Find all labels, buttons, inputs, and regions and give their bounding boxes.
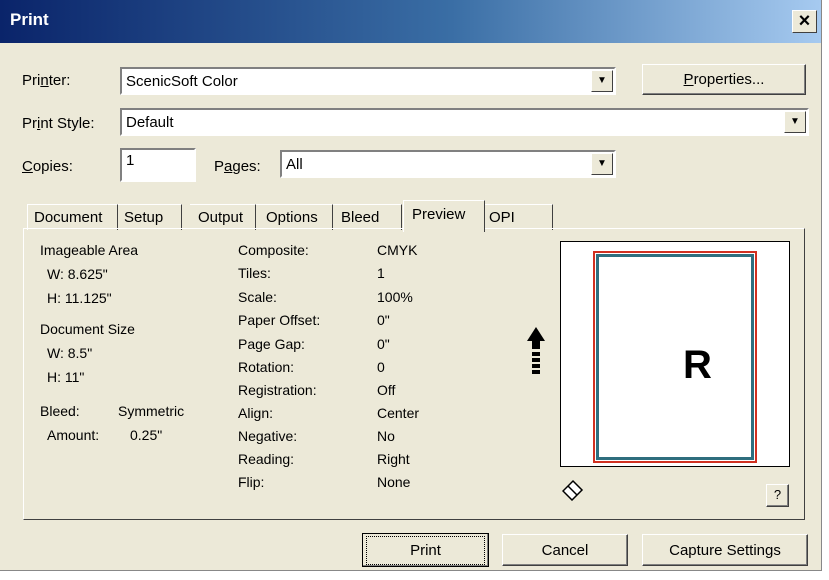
scale-label: Scale: <box>238 289 277 305</box>
align-label: Align: <box>238 405 274 421</box>
title-bar: Print × <box>0 0 821 43</box>
document-width: W: 8.5" <box>47 345 93 361</box>
tab-bleed[interactable]: Bleed <box>333 204 402 230</box>
document-size-title: Document Size <box>40 321 135 337</box>
bleed-label: Bleed: <box>40 403 80 419</box>
imageable-area-title: Imageable Area <box>40 242 139 258</box>
amount-label: Amount: <box>47 427 100 443</box>
tiles-value: 1 <box>377 265 385 281</box>
preview-imageable-area <box>596 254 754 460</box>
pages-value: All <box>286 156 303 173</box>
print-style-value: Default <box>126 114 174 131</box>
rotation-label: Rotation: <box>238 359 295 375</box>
eraser-icon[interactable] <box>562 479 584 501</box>
tab-setup[interactable]: Setup <box>118 204 182 230</box>
reading-label: Reading: <box>238 451 295 467</box>
capture-settings-button[interactable]: Capture Settings <box>642 534 808 566</box>
rotation-value: 0 <box>377 359 385 375</box>
print-dialog: Print × Printer: ScenicSoft Color ▼ Prop… <box>0 0 822 571</box>
paper-offset-label: Paper Offset: <box>238 312 321 328</box>
chevron-down-icon[interactable]: ▼ <box>591 153 613 175</box>
composite-value: CMYK <box>377 242 418 258</box>
chevron-down-icon[interactable]: ▼ <box>784 111 806 133</box>
negative-label: Negative: <box>238 428 298 444</box>
help-button[interactable]: ? <box>766 484 789 507</box>
scale-value: 100% <box>377 289 413 305</box>
page-gap-label: Page Gap: <box>238 336 305 352</box>
pages-select[interactable]: All ▼ <box>280 150 616 178</box>
print-button[interactable]: Print <box>362 533 489 567</box>
reading-value: Right <box>377 451 410 467</box>
tab-options[interactable]: Options <box>256 204 333 230</box>
print-button-label: Print <box>366 536 485 565</box>
tab-opi[interactable]: OPI <box>485 204 553 230</box>
imageable-width: W: 8.625" <box>47 266 108 282</box>
page-gap-value: 0" <box>377 336 390 352</box>
tab-output[interactable]: Output <box>190 204 256 230</box>
registration-value: Off <box>377 382 396 398</box>
tab-preview[interactable]: Preview <box>403 200 485 232</box>
preview-letter: R <box>683 343 712 387</box>
pages-label: Pages: <box>214 158 261 175</box>
copies-label: Copies: <box>22 158 73 175</box>
tab-document[interactable]: Document <box>27 204 118 230</box>
cancel-button[interactable]: Cancel <box>502 534 628 566</box>
page-preview: R <box>560 241 790 467</box>
paper-offset-value: 0" <box>377 312 390 328</box>
align-value: Center <box>377 405 420 421</box>
amount-value: 0.25" <box>130 427 163 443</box>
document-height: H: 11" <box>47 369 85 385</box>
bleed-value: Symmetric <box>118 403 185 419</box>
close-button[interactable]: × <box>792 10 817 33</box>
preview-page: R <box>593 251 757 463</box>
print-style-select[interactable]: Default ▼ <box>120 108 809 136</box>
printer-value: ScenicSoft Color <box>126 73 238 90</box>
printer-label: Printer: <box>22 72 71 89</box>
copies-value: 1 <box>126 152 135 169</box>
window-title: Print <box>10 10 49 29</box>
tiles-label: Tiles: <box>238 265 271 281</box>
imageable-height: H: 11.125" <box>47 290 112 306</box>
flip-label: Flip: <box>238 474 265 490</box>
printer-select[interactable]: ScenicSoft Color ▼ <box>120 67 616 95</box>
properties-button[interactable]: Properties... <box>642 64 806 95</box>
copies-input[interactable]: 1 <box>120 148 196 182</box>
negative-value: No <box>377 428 395 444</box>
print-style-label: Print Style: <box>22 115 95 132</box>
registration-label: Registration: <box>238 382 317 398</box>
composite-label: Composite: <box>238 242 309 258</box>
up-arrow-icon <box>527 327 545 374</box>
chevron-down-icon[interactable]: ▼ <box>591 70 613 92</box>
flip-value: None <box>377 474 411 490</box>
